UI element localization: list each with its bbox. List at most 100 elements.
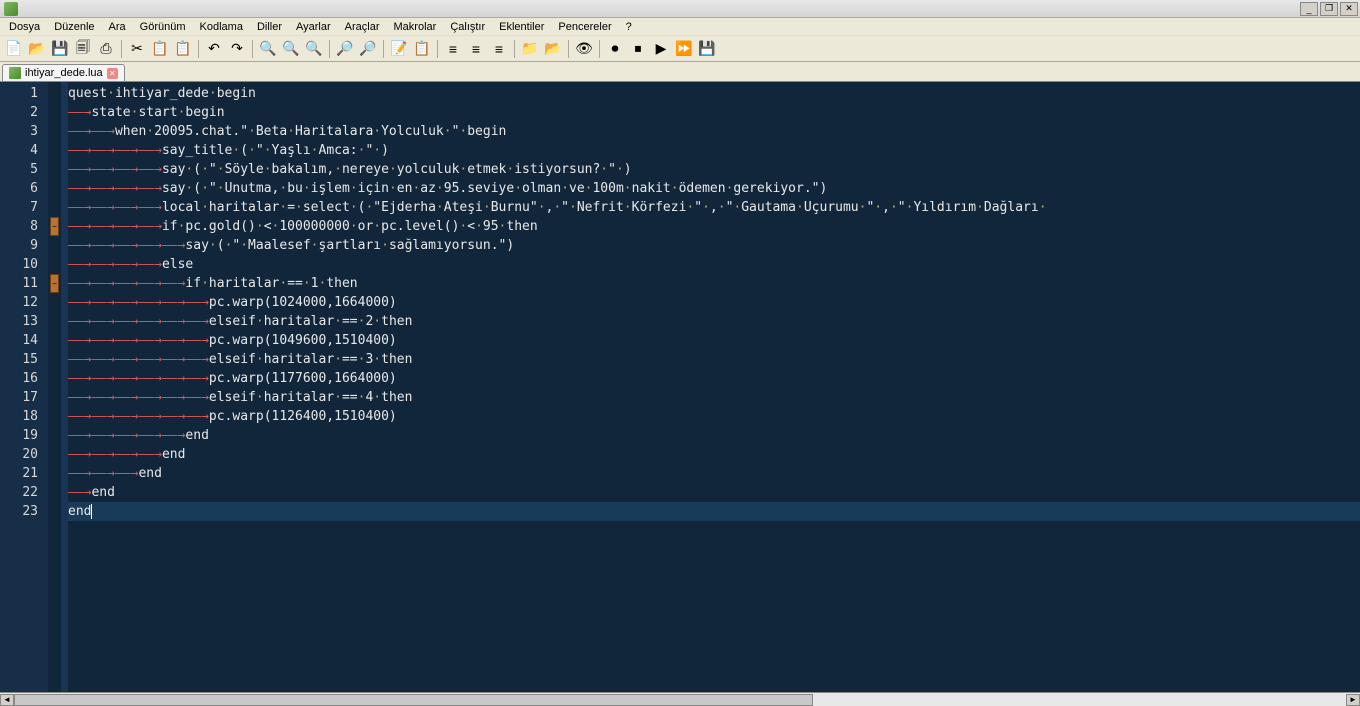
toolbar-button-30[interactable]: 👁 — [574, 39, 594, 59]
menu-eklentiler[interactable]: Eklentiler — [492, 20, 551, 34]
menu-pencereler[interactable]: Pencereler — [551, 20, 618, 34]
toolbar-button-27[interactable]: 📁 — [520, 39, 540, 59]
toolbar-button-36[interactable]: 💾 — [697, 39, 717, 59]
code-line[interactable]: end — [68, 502, 1360, 521]
fold-cell — [48, 369, 61, 388]
toolbar-button-17[interactable]: 🔎 — [335, 39, 355, 59]
toolbar-button-18[interactable]: 🔎 — [358, 39, 378, 59]
editor[interactable]: 1234567891011121314151617181920212223 −−… — [0, 82, 1360, 692]
code-line[interactable]: ——→——→——→——→say·(·"·Söyle·bakalım,·nerey… — [68, 160, 1360, 179]
toolbar-separator — [437, 40, 438, 58]
line-number: 6 — [0, 179, 38, 198]
code-line[interactable]: ——→——→——→——→——→——→elseif·haritalar·==·4·… — [68, 388, 1360, 407]
code-line[interactable]: ——→——→——→——→——→if·haritalar·==·1·then — [68, 274, 1360, 293]
menubar: DosyaDüzenleAraGörünümKodlamaDillerAyarl… — [0, 18, 1360, 36]
menu-görünüm[interactable]: Görünüm — [133, 20, 193, 34]
fold-cell — [48, 388, 61, 407]
toolbar-button-6[interactable]: ✂ — [127, 39, 147, 59]
toolbar-button-15[interactable]: 🔍 — [304, 39, 324, 59]
code-line[interactable]: ——→——→——→——→——→say·(·"·Maalesef·şartları… — [68, 236, 1360, 255]
fold-cell: − — [48, 274, 61, 293]
toolbar-separator — [329, 40, 330, 58]
toolbar-button-24[interactable]: ≡ — [466, 39, 486, 59]
fold-cell — [48, 236, 61, 255]
code-line[interactable]: ——→——→——→——→say·(·"·Unutma,·bu·işlem·içi… — [68, 179, 1360, 198]
menu-diller[interactable]: Diller — [250, 20, 289, 34]
menu-makrolar[interactable]: Makrolar — [387, 20, 444, 34]
menu-kodlama[interactable]: Kodlama — [193, 20, 250, 34]
toolbar-button-11[interactable]: ↷ — [227, 39, 247, 59]
toolbar-button-2[interactable]: 💾 — [50, 39, 70, 59]
toolbar-button-21[interactable]: 📋 — [412, 39, 432, 59]
toolbar-button-33[interactable]: ⏹ — [628, 39, 648, 59]
line-number: 14 — [0, 331, 38, 350]
fold-cell — [48, 160, 61, 179]
toolbar-button-10[interactable]: ↶ — [204, 39, 224, 59]
code-line[interactable]: ——→——→——→——→end — [68, 445, 1360, 464]
code-line[interactable]: ——→——→——→——→——→——→elseif·haritalar·==·3·… — [68, 350, 1360, 369]
toolbar-button-14[interactable]: 🔍 — [281, 39, 301, 59]
fold-toggle[interactable]: − — [50, 274, 59, 293]
line-number: 4 — [0, 141, 38, 160]
toolbar-button-20[interactable]: 📝 — [389, 39, 409, 59]
line-number: 22 — [0, 483, 38, 502]
toolbar-button-23[interactable]: ≡ — [443, 39, 463, 59]
menu-araçlar[interactable]: Araçlar — [338, 20, 387, 34]
code-line[interactable]: ——→——→——→——→——→——→elseif·haritalar·==·2·… — [68, 312, 1360, 331]
file-tab[interactable]: ihtiyar_dede.lua ✕ — [2, 64, 125, 81]
scroll-thumb[interactable] — [14, 694, 813, 706]
window-buttons: _ ❐ ✕ — [1300, 2, 1360, 16]
toolbar-button-25[interactable]: ≡ — [489, 39, 509, 59]
tab-close-button[interactable]: ✕ — [107, 68, 118, 79]
code-line[interactable]: ——→——→——→end — [68, 464, 1360, 483]
code-line[interactable]: ——→——→——→——→local·haritalar·=·select·(·"… — [68, 198, 1360, 217]
restore-button[interactable]: ❐ — [1320, 2, 1338, 16]
toolbar-button-1[interactable]: 📂 — [27, 39, 47, 59]
toolbar-button-35[interactable]: ⏩ — [674, 39, 694, 59]
code-line[interactable]: ——→——→——→——→——→——→pc.warp(1024000,166400… — [68, 293, 1360, 312]
toolbar-button-0[interactable]: 📄 — [4, 39, 24, 59]
fold-cell — [48, 293, 61, 312]
menu-çalıştır[interactable]: Çalıştır — [443, 20, 492, 34]
code-line[interactable]: ——→——→——→——→if·pc.gold()·<·100000000·or·… — [68, 217, 1360, 236]
menu-ara[interactable]: Ara — [102, 20, 133, 34]
code-line[interactable]: ——→end — [68, 483, 1360, 502]
line-number: 7 — [0, 198, 38, 217]
code-line[interactable]: ——→——→——→——→say_title·(·"·Yaşlı·Amca:·"·… — [68, 141, 1360, 160]
titlebar: _ ❐ ✕ — [0, 0, 1360, 18]
scroll-right-button[interactable]: ► — [1346, 694, 1360, 706]
fold-cell — [48, 179, 61, 198]
toolbar-button-28[interactable]: 📂 — [543, 39, 563, 59]
fold-cell — [48, 445, 61, 464]
code-line[interactable]: ——→——→——→——→——→——→pc.warp(1049600,151040… — [68, 331, 1360, 350]
menu-dosya[interactable]: Dosya — [2, 20, 47, 34]
code-line[interactable]: ——→——→——→——→——→end — [68, 426, 1360, 445]
scroll-left-button[interactable]: ◄ — [0, 694, 14, 706]
fold-cell — [48, 122, 61, 141]
fold-toggle[interactable]: − — [50, 217, 59, 236]
toolbar-button-32[interactable]: ⏺ — [605, 39, 625, 59]
toolbar-button-4[interactable]: ⎙ — [96, 39, 116, 59]
code-line[interactable]: ——→——→——→——→——→——→pc.warp(1177600,166400… — [68, 369, 1360, 388]
horizontal-scrollbar[interactable]: ◄ ► — [0, 692, 1360, 706]
close-button[interactable]: ✕ — [1340, 2, 1358, 16]
code-line[interactable]: ——→state·start·begin — [68, 103, 1360, 122]
toolbar-button-34[interactable]: ▶ — [651, 39, 671, 59]
minimize-button[interactable]: _ — [1300, 2, 1318, 16]
toolbar-button-8[interactable]: 📋 — [173, 39, 193, 59]
fold-cell — [48, 464, 61, 483]
fold-cell — [48, 483, 61, 502]
code-line[interactable]: ——→——→when·20095.chat."·Beta·Haritalara·… — [68, 122, 1360, 141]
code-line[interactable]: ——→——→——→——→——→——→pc.warp(1126400,151040… — [68, 407, 1360, 426]
code-line[interactable]: quest·ihtiyar_dede·begin — [68, 84, 1360, 103]
toolbar-button-7[interactable]: 📋 — [150, 39, 170, 59]
code-area[interactable]: quest·ihtiyar_dede·begin——→state·start·b… — [68, 82, 1360, 692]
scroll-track[interactable] — [14, 694, 1346, 706]
code-line[interactable]: ——→——→——→——→else — [68, 255, 1360, 274]
menu-?[interactable]: ? — [619, 20, 639, 34]
toolbar-button-3[interactable]: 🗐 — [73, 39, 93, 59]
menu-düzenle[interactable]: Düzenle — [47, 20, 101, 34]
menu-ayarlar[interactable]: Ayarlar — [289, 20, 338, 34]
line-number: 16 — [0, 369, 38, 388]
toolbar-button-13[interactable]: 🔍 — [258, 39, 278, 59]
